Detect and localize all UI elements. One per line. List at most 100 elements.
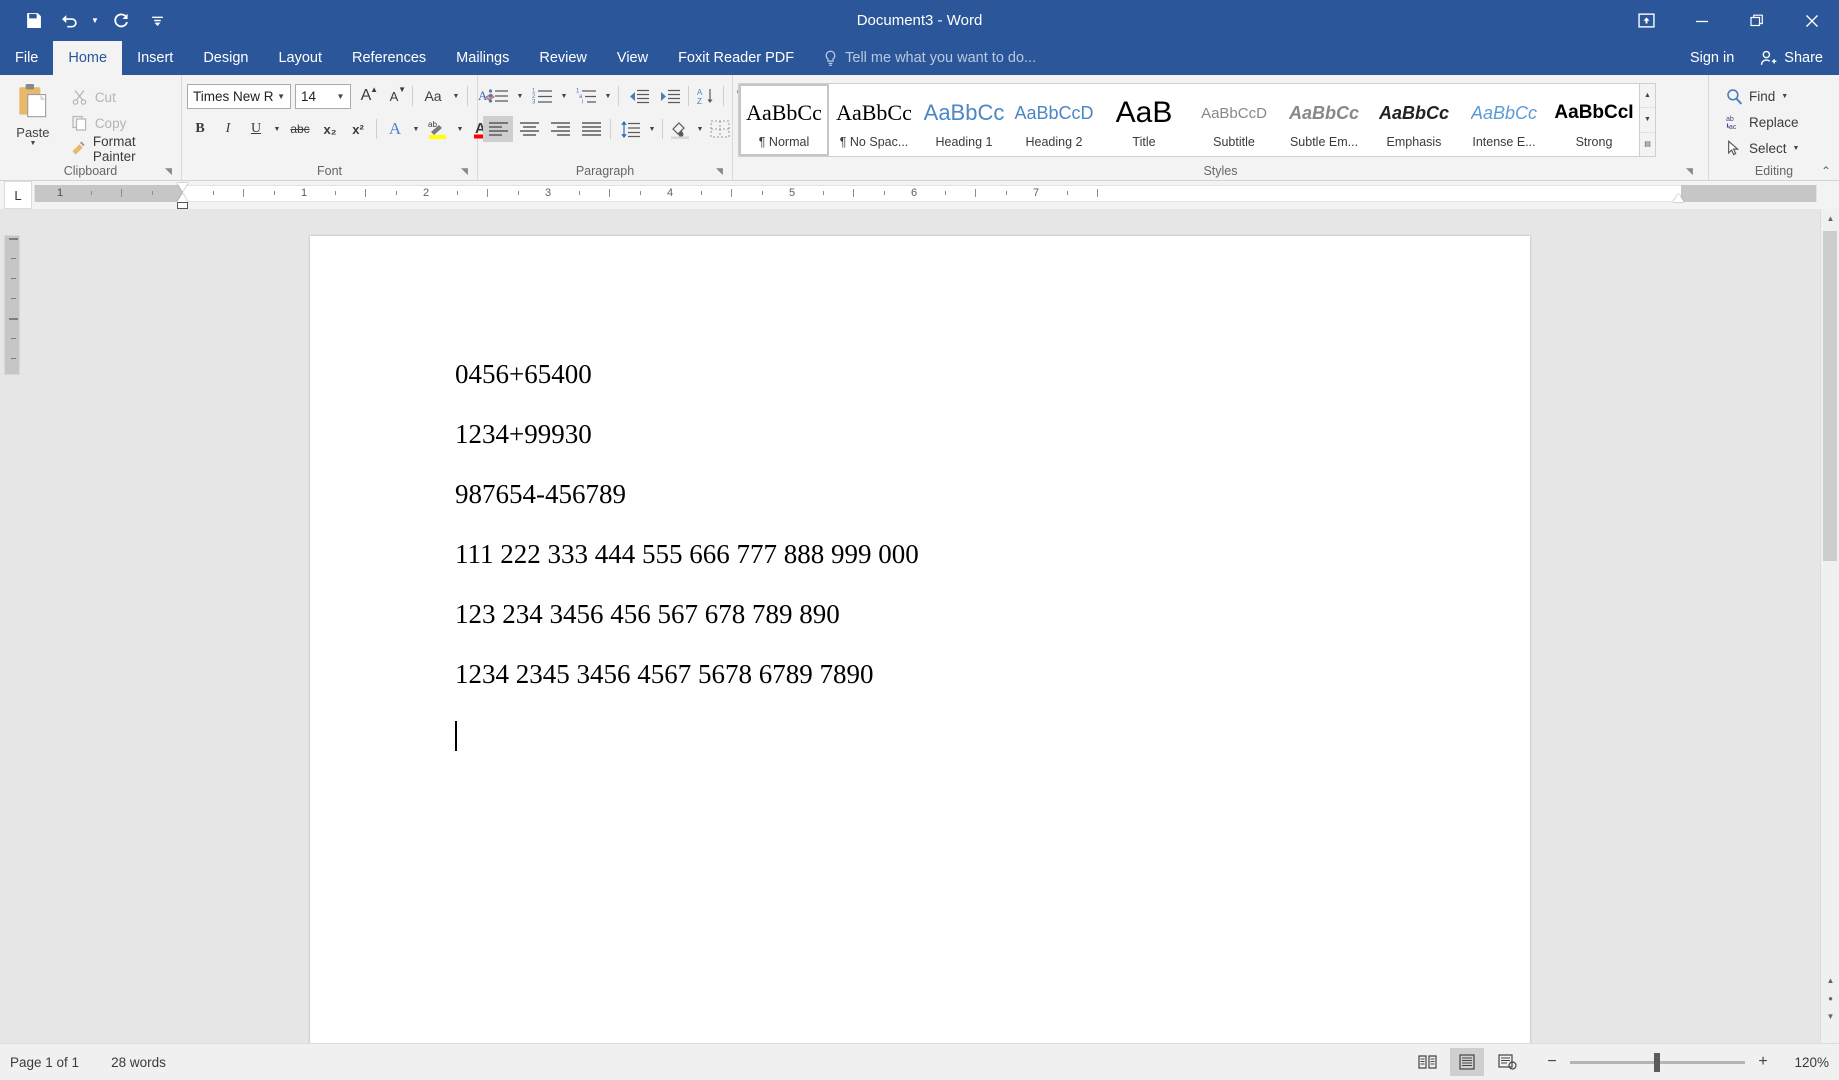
style-item-heading-2[interactable]: AaBbCcD Heading 2 xyxy=(1009,84,1099,156)
find-dropdown-icon[interactable]: ▼ xyxy=(1781,93,1788,100)
shading-icon[interactable] xyxy=(667,116,693,142)
shading-dropdown-icon[interactable]: ▼ xyxy=(694,116,706,142)
style-item-heading-1[interactable]: AaBbCc Heading 1 xyxy=(919,84,1009,156)
sign-in-button[interactable]: Sign in xyxy=(1676,50,1748,66)
read-mode-icon[interactable] xyxy=(1410,1048,1444,1076)
select-dropdown-icon[interactable]: ▼ xyxy=(1793,145,1800,152)
undo-dropdown-icon[interactable]: ▼ xyxy=(88,6,102,36)
text-highlight-color-icon[interactable]: ab xyxy=(424,116,452,142)
text-effects-icon[interactable]: A xyxy=(382,116,408,142)
styles-more-icon[interactable]: ▤ xyxy=(1640,133,1655,156)
line-spacing-icon[interactable] xyxy=(615,116,645,142)
numbering-icon[interactable]: 123 xyxy=(527,83,557,109)
multilevel-list-icon[interactable]: 1ai xyxy=(571,83,601,109)
close-icon[interactable] xyxy=(1784,0,1839,41)
copy-button[interactable]: Copy xyxy=(67,111,176,135)
ribbon-display-options-icon[interactable] xyxy=(1619,0,1674,41)
styles-scroll-down-icon[interactable]: ▼ xyxy=(1640,108,1655,133)
tab-view[interactable]: View xyxy=(602,41,663,75)
find-button[interactable]: Find ▼ xyxy=(1722,84,1803,108)
subscript-button[interactable]: x₂ xyxy=(317,116,343,142)
styles-scroll-up-icon[interactable]: ▲ xyxy=(1640,84,1655,109)
select-button[interactable]: Select ▼ xyxy=(1722,136,1803,160)
tab-foxit-reader-pdf[interactable]: Foxit Reader PDF xyxy=(663,41,809,75)
left-indent-marker[interactable] xyxy=(177,202,188,209)
strikethrough-button[interactable]: abc xyxy=(285,116,315,142)
tab-insert[interactable]: Insert xyxy=(122,41,188,75)
borders-icon[interactable] xyxy=(707,116,733,142)
numbering-dropdown-icon[interactable]: ▼ xyxy=(558,83,570,109)
zoom-level-label[interactable]: 120% xyxy=(1781,1055,1829,1070)
align-left-icon[interactable] xyxy=(483,116,513,142)
scroll-up-icon[interactable]: ▲ xyxy=(1821,209,1839,227)
tab-review[interactable]: Review xyxy=(524,41,602,75)
increase-indent-icon[interactable] xyxy=(654,83,684,109)
select-browse-object-icon[interactable]: ● xyxy=(1821,989,1839,1007)
align-center-icon[interactable] xyxy=(514,116,544,142)
word-count[interactable]: 28 words xyxy=(111,1055,166,1070)
tab-references[interactable]: References xyxy=(337,41,441,75)
bullets-icon[interactable] xyxy=(483,83,513,109)
document-page[interactable]: 0456+65400 1234+99930 987654-456789 111 … xyxy=(310,236,1530,1051)
style-item-subtle-emphasis[interactable]: AaBbCc Subtle Em... xyxy=(1279,84,1369,156)
clipboard-dialog-launcher[interactable]: ◥ xyxy=(165,166,177,178)
web-layout-icon[interactable] xyxy=(1490,1048,1524,1076)
paste-button[interactable]: Paste ▼ xyxy=(5,79,61,148)
decrease-indent-icon[interactable] xyxy=(623,83,653,109)
style-item-emphasis[interactable]: AaBbCc Emphasis xyxy=(1369,84,1459,156)
minimize-icon[interactable] xyxy=(1674,0,1729,41)
collapse-ribbon-icon[interactable]: ⌃ xyxy=(1821,164,1831,178)
zoom-slider-thumb[interactable] xyxy=(1654,1052,1660,1072)
multilevel-dropdown-icon[interactable]: ▼ xyxy=(602,83,614,109)
font-name-dropdown-icon[interactable]: ▼ xyxy=(274,92,288,101)
bold-button[interactable]: B xyxy=(187,116,213,142)
text-effects-dropdown-icon[interactable]: ▼ xyxy=(410,116,422,142)
tab-layout[interactable]: Layout xyxy=(263,41,337,75)
document-text-body[interactable]: 0456+65400 1234+99930 987654-456789 111 … xyxy=(455,361,1450,751)
underline-button[interactable]: U xyxy=(243,116,269,142)
save-icon[interactable] xyxy=(16,6,50,36)
change-case-dropdown-icon[interactable]: ▼ xyxy=(450,83,462,109)
highlight-dropdown-icon[interactable]: ▼ xyxy=(454,116,466,142)
style-item-normal[interactable]: AaBbCc ¶ Normal xyxy=(739,84,829,156)
sort-icon[interactable]: AZ xyxy=(693,83,719,109)
first-line-indent-marker[interactable] xyxy=(177,183,188,191)
styles-dialog-launcher[interactable]: ◥ xyxy=(1686,166,1698,178)
style-item-no-spacing[interactable]: AaBbCc ¶ No Spac... xyxy=(829,84,919,156)
right-indent-marker[interactable] xyxy=(1673,194,1684,202)
align-right-icon[interactable] xyxy=(545,116,575,142)
vertical-scrollbar[interactable]: ▲ ▲ ● ▼ ▼ xyxy=(1820,209,1839,1043)
cut-button[interactable]: Cut xyxy=(67,85,176,109)
italic-button[interactable]: I xyxy=(215,116,241,142)
font-dialog-launcher[interactable]: ◥ xyxy=(461,166,473,178)
style-item-subtitle[interactable]: AaBbCcD Subtitle xyxy=(1189,84,1279,156)
zoom-slider[interactable] xyxy=(1570,1052,1745,1072)
bullets-dropdown-icon[interactable]: ▼ xyxy=(514,83,526,109)
next-page-icon[interactable]: ▼ xyxy=(1821,1007,1839,1025)
zoom-in-button[interactable]: + xyxy=(1755,1053,1771,1071)
styles-gallery-scroll[interactable]: ▲ ▼ ▤ xyxy=(1640,83,1656,157)
redo-icon[interactable] xyxy=(104,6,138,36)
restore-icon[interactable] xyxy=(1729,0,1784,41)
zoom-out-button[interactable]: − xyxy=(1544,1053,1560,1071)
previous-page-icon[interactable]: ▲ xyxy=(1821,971,1839,989)
justify-icon[interactable] xyxy=(576,116,606,142)
style-item-strong[interactable]: AaBbCcI Strong xyxy=(1549,84,1639,156)
underline-dropdown-icon[interactable]: ▼ xyxy=(271,116,283,142)
replace-button[interactable]: ab ac Replace xyxy=(1722,110,1803,134)
horizontal-ruler[interactable]: 112345671 xyxy=(34,183,1817,209)
share-button[interactable]: Share xyxy=(1748,41,1839,75)
font-size-combo[interactable]: 14 ▼ xyxy=(295,83,351,109)
vertical-ruler[interactable] xyxy=(4,235,20,375)
print-layout-icon[interactable] xyxy=(1450,1048,1484,1076)
style-item-intense-emphasis[interactable]: AaBbCc Intense E... xyxy=(1459,84,1549,156)
superscript-button[interactable]: x² xyxy=(345,116,371,142)
scrollbar-thumb[interactable] xyxy=(1823,231,1837,561)
undo-icon[interactable] xyxy=(52,6,86,36)
tab-design[interactable]: Design xyxy=(188,41,263,75)
tab-home[interactable]: Home xyxy=(53,41,123,75)
hanging-indent-marker[interactable] xyxy=(177,194,188,202)
change-case-icon[interactable]: Aa xyxy=(418,83,448,109)
page-indicator[interactable]: Page 1 of 1 xyxy=(10,1055,79,1070)
tab-stop-selector[interactable]: L xyxy=(4,181,32,209)
